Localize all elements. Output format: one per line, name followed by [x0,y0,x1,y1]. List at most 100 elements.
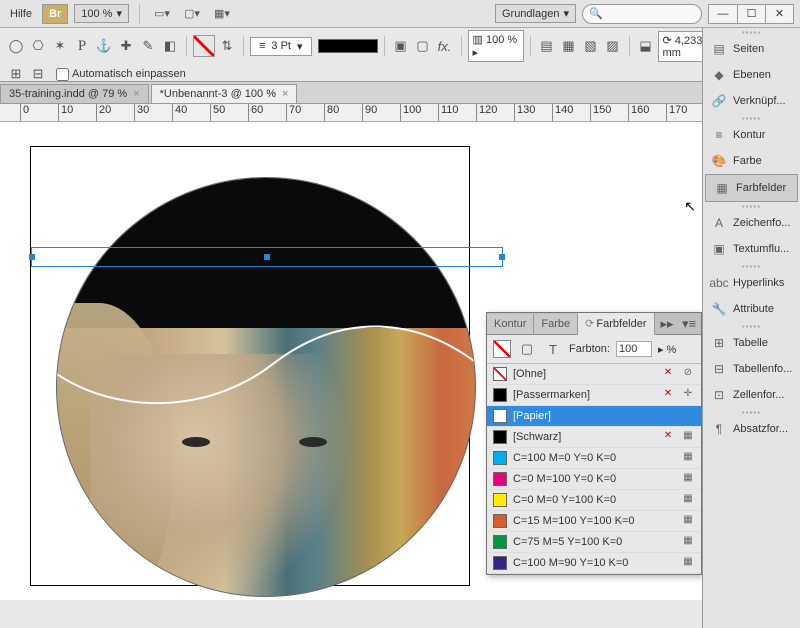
swatch-row[interactable]: [Papier] [487,406,701,427]
close-icon[interactable]: × [133,88,139,100]
rail-item-cellf[interactable]: ⊡Zellenfor... [703,382,800,408]
dropshadow-icon[interactable]: ▢ [413,36,433,56]
sync-icon: ⟳ [585,318,594,330]
view-options-icon[interactable]: ▭▾ [150,3,174,25]
rail-label: Verknüpf... [733,95,786,107]
rail-item-char[interactable]: AZeichenfo... [703,210,800,236]
corner-icon[interactable]: ⬓ [636,36,656,56]
textwrap1-icon[interactable]: ▤ [537,36,557,56]
rail-item-pages[interactable]: ▤ Seiten [703,36,800,62]
panel-tab-kontur[interactable]: Kontur [487,314,534,334]
close-icon[interactable]: × [282,88,288,100]
ruler-tick: 120 [476,104,497,122]
opacity-icon[interactable]: ▣ [391,36,411,56]
swatch-row[interactable]: [Passermarken]✕✛ [487,385,701,406]
textwrap3-icon[interactable]: ▧ [581,36,601,56]
panel-menu-icon[interactable]: ▾≡ [679,314,699,334]
measure-icon[interactable]: ✚ [116,36,136,56]
swap-icon[interactable]: ⇅ [217,36,237,56]
rail-label: Seiten [733,43,764,55]
handle-right[interactable] [499,254,505,260]
textwrap2-icon[interactable]: ▦ [559,36,579,56]
swatch-row[interactable]: C=0 M=0 Y=100 K=0▦ [487,490,701,511]
fill-stroke-proxy[interactable] [493,340,511,358]
rail-item-swatches[interactable]: ▦Farbfelder [705,174,798,202]
pages-icon: ▤ [711,41,727,57]
rail-item-hyper[interactable]: abcHyperlinks [703,270,800,296]
gradient-icon[interactable]: ◧ [160,36,180,56]
search-input[interactable]: 🔍 [582,4,702,24]
tint-field[interactable] [616,341,652,357]
text-icon[interactable]: T [543,339,563,359]
minimize-button[interactable]: — [709,5,737,23]
image-frame[interactable] [56,177,476,597]
help-menu[interactable]: Hilfe [6,8,36,20]
opacity-field[interactable]: ▥ 100 % ▸ [468,30,524,62]
swatch-row[interactable]: [Ohne]✕⊘ [487,364,701,385]
rail-item-attr[interactable]: 🔧Attribute [703,296,800,322]
type-icon[interactable]: P [72,36,92,56]
rail-item-tablef[interactable]: ⊟Tabellenfo... [703,356,800,382]
rail-label: Attribute [733,303,774,315]
selection-bounds[interactable] [31,247,503,267]
canvas[interactable]: Kontur Farbe ⟳Farbfelder ▸▸ ▾≡ ▢ T Farbt… [0,122,800,600]
swatch-row[interactable]: C=0 M=100 Y=0 K=0▦ [487,469,701,490]
handle-left[interactable] [29,254,35,260]
star-icon[interactable]: ✶ [50,36,70,56]
polygon-icon[interactable]: ⎔ [28,36,48,56]
swatch-row[interactable]: C=75 M=5 Y=100 K=0▦ [487,532,701,553]
swatch-chip [493,493,507,507]
doc-tab-1[interactable]: *Unbenannt-3 @ 100 %× [151,84,298,103]
rail-item-links[interactable]: 🔗Verknüpf... [703,88,800,114]
ruler-tick: 80 [324,104,339,122]
anchor-icon[interactable]: ⚓ [94,36,114,56]
swatch-row[interactable]: C=100 M=0 Y=0 K=0▦ [487,448,701,469]
swatch-lock-icon [661,535,675,549]
autofit-checkbox[interactable]: Automatisch einpassen [56,68,186,81]
swatch-row[interactable]: C=100 M=90 Y=10 K=0▦ [487,553,701,574]
panel-grip: ▪▪▪▪▪ [703,28,800,36]
panel-tab-farbfelder[interactable]: ⟳Farbfelder [578,313,654,335]
rail-label: Zellenfor... [733,389,784,401]
curve-path [57,316,476,416]
swatch-chip [493,367,507,381]
fit5-icon[interactable]: ⊟ [28,64,48,84]
arrange-icon[interactable]: ▦▾ [210,3,234,25]
eyedrop-icon[interactable]: ✎ [138,36,158,56]
collapse-icon[interactable]: ▸▸ [657,314,677,334]
zoom-dropdown[interactable]: 100 %▾ [74,4,129,23]
fx-icon[interactable]: fx. [435,36,455,56]
swatch-row[interactable]: [Schwarz]✕▦ [487,427,701,448]
bridge-button[interactable]: Br [42,4,68,24]
rail-item-table[interactable]: ⊞Tabelle [703,330,800,356]
container-icon[interactable]: ▢ [517,339,537,359]
stroke-weight-field[interactable]: ≡ 3 Pt ▾ [250,37,312,56]
maximize-button[interactable]: ☐ [737,5,765,23]
fill-swatch[interactable] [318,39,378,53]
swatch-row[interactable]: C=15 M=100 Y=100 K=0▦ [487,511,701,532]
ruler-tick: 140 [552,104,573,122]
textwrap4-icon[interactable]: ▨ [603,36,623,56]
ruler-tick: 60 [248,104,263,122]
panel-grip: ▪▪▪▪▪ [703,262,800,270]
rail-item-wrap[interactable]: ▣Textumflu... [703,236,800,262]
panel-grip: ▪▪▪▪▪ [703,322,800,330]
handle-mid[interactable] [264,254,270,260]
swatch-type-icon [681,409,695,423]
fit4-icon[interactable]: ⊞ [6,64,26,84]
workspace-dropdown[interactable]: Grundlagen▾ [495,4,576,23]
rail-item-layers[interactable]: ◆Ebenen [703,62,800,88]
panel-tab-farbe[interactable]: Farbe [534,314,578,334]
ruler-tick: 40 [172,104,187,122]
rail-item-color[interactable]: 🎨Farbe [703,148,800,174]
swatch-lock-icon [661,493,675,507]
stroke-swatch[interactable] [193,35,215,57]
close-button[interactable]: ✕ [765,5,793,23]
ellipse-icon[interactable]: ◯ [6,36,26,56]
doc-tab-0[interactable]: 35-training.indd @ 79 %× [0,84,149,103]
rail-item-para[interactable]: ¶Absatzfor... [703,416,800,442]
rail-item-stroke[interactable]: ≡Kontur [703,122,800,148]
screen-mode-icon[interactable]: ▢▾ [180,3,204,25]
swatch-chip [493,388,507,402]
swatch-panel-header: ▢ T Farbton: ▸ % [487,335,701,364]
